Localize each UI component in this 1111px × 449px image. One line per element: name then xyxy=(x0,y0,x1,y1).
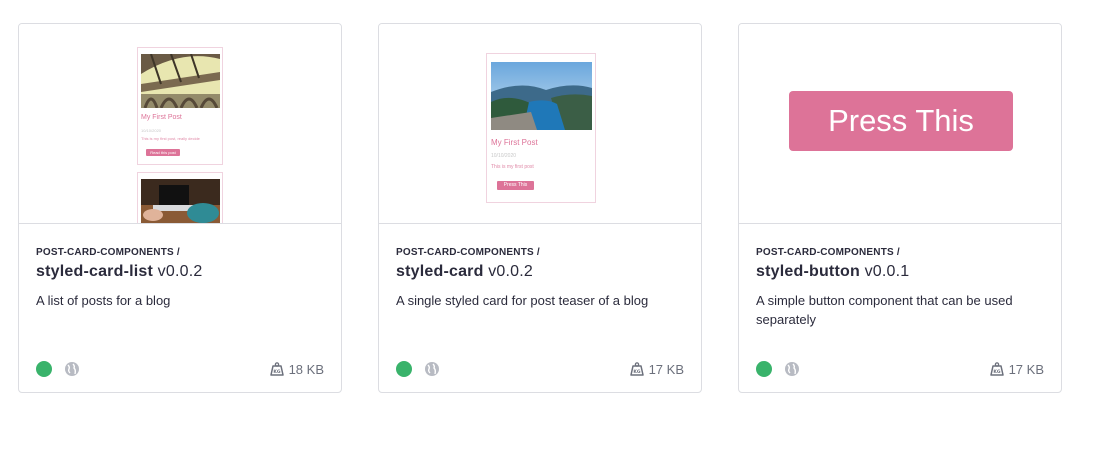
component-version: v0.0.2 xyxy=(157,263,203,280)
preview-post-date: 10/10/2020 xyxy=(141,128,162,133)
svg-text:KG: KG xyxy=(273,369,280,375)
card-footer: KG 17 KB xyxy=(396,360,684,378)
preview-post-date: 10/10/2020 xyxy=(491,153,517,159)
component-card-styled-card[interactable]: My First Post 10/10/2020 This is my firs… xyxy=(378,23,702,393)
preview-press-this-button: Press This xyxy=(789,91,1013,151)
package-weight-icon: KG xyxy=(629,362,644,376)
component-description: A simple button component that can be us… xyxy=(756,293,1013,327)
svg-text:KG: KG xyxy=(633,369,640,375)
card-preview[interactable]: Press This xyxy=(739,24,1061,224)
globe-icon xyxy=(65,362,79,376)
card-info: POST-CARD-COMPONENTS / styled-button v0.… xyxy=(739,224,1061,392)
status-dot-icon xyxy=(396,361,412,377)
preview-post-title: My First Post xyxy=(141,114,182,121)
component-title[interactable]: styled-card v0.0.2 xyxy=(396,263,684,281)
component-grid: My First Post 10/10/2020 This is my firs… xyxy=(18,23,1062,393)
preview-post-title: My First Post xyxy=(491,138,538,147)
component-description: A list of posts for a blog xyxy=(36,293,171,308)
component-name: styled-card xyxy=(396,263,484,280)
bundle-size: KG 18 KB xyxy=(269,361,324,377)
status-dot-icon xyxy=(36,361,52,377)
globe-icon xyxy=(425,362,439,376)
component-title[interactable]: styled-card-list v0.0.2 xyxy=(36,263,324,281)
status-dot-icon xyxy=(756,361,772,377)
card-preview[interactable]: My First Post 10/10/2020 This is my firs… xyxy=(379,24,701,224)
preview-post-button: Press This xyxy=(497,181,534,190)
component-card-styled-button[interactable]: Press This POST-CARD-COMPONENTS / styled… xyxy=(738,23,1062,393)
preview-bridge-image xyxy=(141,54,220,108)
card-footer: KG 18 KB xyxy=(36,360,324,378)
preview-post-card: My First Post 10/10/2020 This is my firs… xyxy=(486,53,596,203)
component-card-styled-card-list[interactable]: My First Post 10/10/2020 This is my firs… xyxy=(18,23,342,393)
card-footer: KG 17 KB xyxy=(756,360,1044,378)
card-info: POST-CARD-COMPONENTS / styled-card v0.0.… xyxy=(379,224,701,392)
bundle-size: KG 17 KB xyxy=(989,361,1044,377)
package-weight-icon: KG xyxy=(269,362,284,376)
component-scope[interactable]: POST-CARD-COMPONENTS / xyxy=(396,247,684,258)
preview-fjord-image xyxy=(491,62,592,130)
bundle-size: KG 17 KB xyxy=(629,361,684,377)
bundle-size-value: 17 KB xyxy=(648,361,684,377)
component-name: styled-card-list xyxy=(36,263,154,280)
package-weight-icon: KG xyxy=(989,362,1004,376)
component-scope[interactable]: POST-CARD-COMPONENTS / xyxy=(36,247,324,258)
preview-post-button: Read this post xyxy=(146,149,180,156)
svg-text:KG: KG xyxy=(993,369,1000,375)
component-version: v0.0.2 xyxy=(488,263,534,280)
component-name: styled-button xyxy=(756,263,860,280)
globe-icon xyxy=(785,362,799,376)
component-title[interactable]: styled-button v0.0.1 xyxy=(756,263,1044,281)
component-version: v0.0.1 xyxy=(864,263,910,280)
component-description: A single styled card for post teaser of … xyxy=(396,293,649,308)
preview-post-text: This is my first post xyxy=(491,164,534,170)
preview-post-card-second xyxy=(137,172,223,223)
component-scope[interactable]: POST-CARD-COMPONENTS / xyxy=(756,247,1044,258)
preview-post-text: This is my first post, really decide xyxy=(141,136,200,141)
preview-post-card: My First Post 10/10/2020 This is my firs… xyxy=(137,47,223,165)
card-preview[interactable]: My First Post 10/10/2020 This is my firs… xyxy=(19,24,341,224)
card-info: POST-CARD-COMPONENTS / styled-card-list … xyxy=(19,224,341,392)
preview-laptop-image xyxy=(141,179,220,223)
bundle-size-value: 17 KB xyxy=(1008,361,1044,377)
bundle-size-value: 18 KB xyxy=(288,361,324,377)
